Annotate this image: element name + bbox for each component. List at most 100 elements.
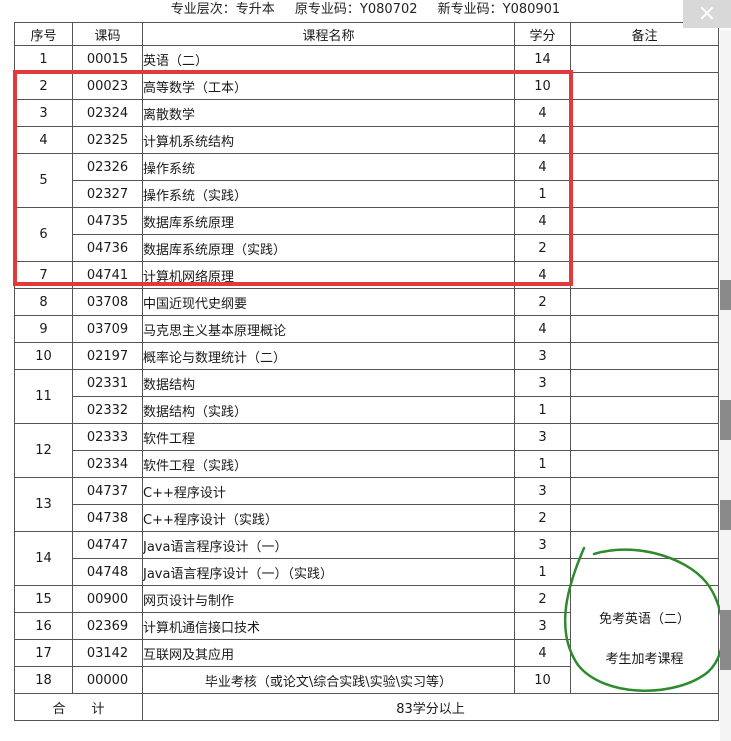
table-row: 6 04735 数据库系统原理 4 <box>14 207 719 262</box>
course-code: 03142 <box>72 639 143 667</box>
remark-cell <box>570 342 719 370</box>
remark-cell <box>570 558 719 586</box>
col-header-code: 课码 <box>72 22 143 46</box>
course-credit: 2 <box>514 504 571 532</box>
course-code: 04748 <box>72 558 143 586</box>
course-code: 03709 <box>72 315 143 343</box>
remark-cell <box>570 315 719 343</box>
table-header-row: 序号 课码 课程名称 学分 备注 <box>14 22 719 46</box>
remark-cell <box>570 126 719 154</box>
remark-cell <box>570 477 719 505</box>
col-header-no: 序号 <box>14 22 73 46</box>
course-code: 00000 <box>72 666 143 694</box>
row-no: 7 <box>14 261 73 289</box>
course-credit: 1 <box>514 558 571 586</box>
table-row: 9 03709 马克思主义基本原理概论 4 <box>14 315 719 343</box>
row-no: 2 <box>14 72 73 100</box>
total-row: 合 计 83学分以上 <box>14 693 719 721</box>
remark-cell <box>570 450 719 478</box>
course-code: 02332 <box>72 396 143 424</box>
course-code: 02369 <box>72 612 143 640</box>
course-credit: 3 <box>514 369 571 397</box>
course-code: 02327 <box>72 180 143 208</box>
remark-cell <box>570 153 719 181</box>
table-row: 10 02197 概率论与数理统计（二） 3 <box>14 342 719 370</box>
table-row: 5 02326 操作系统 4 <box>14 153 719 208</box>
table-row: 2 00023 高等数学（工本） 10 <box>14 72 719 100</box>
course-credit: 3 <box>514 531 571 559</box>
table-row: 04738 C++程序设计（实践） 2 <box>15 504 719 532</box>
course-name: 数据库系统原理（实践） <box>142 234 515 262</box>
course-name: 软件工程 <box>142 423 515 451</box>
row-no: 3 <box>14 99 73 127</box>
row-no: 14 <box>14 531 73 586</box>
course-name: 数据结构 <box>142 369 515 397</box>
table-row: 02327 操作系统（实践） 1 <box>15 180 719 208</box>
total-label: 合 计 <box>14 693 143 721</box>
course-code: 02333 <box>72 423 143 451</box>
old-major-code: 原专业码：Y080702 <box>294 2 418 17</box>
table-row: 13 04737 C++程序设计 3 <box>14 477 719 532</box>
col-header-name: 课程名称 <box>142 22 515 46</box>
course-credit: 4 <box>514 207 571 235</box>
course-credit: 1 <box>514 396 571 424</box>
background-page-strip <box>720 30 731 741</box>
course-code: 02326 <box>72 153 143 181</box>
course-name: 操作系统 <box>142 153 515 181</box>
table-row: 02334 软件工程（实践） 1 <box>15 450 719 478</box>
course-code: 04736 <box>72 234 143 262</box>
course-name: 概率论与数理统计（二） <box>142 342 515 370</box>
course-name: 软件工程（实践） <box>142 450 515 478</box>
row-no: 5 <box>14 153 73 208</box>
row-no: 6 <box>14 207 73 262</box>
row-no: 9 <box>14 315 73 343</box>
remark-cell <box>570 207 719 235</box>
course-name: 数据库系统原理 <box>142 207 515 235</box>
table-row: 7 04741 计算机网络原理 4 <box>14 261 719 289</box>
course-code: 02331 <box>72 369 143 397</box>
table-row: 15 00900 网页设计与制作 2 免考英语（二） 考生加考课程 <box>14 585 719 694</box>
course-name: 毕业考核（或论文\综合实践\实验\实习等） <box>142 666 515 694</box>
remark-cell <box>570 369 719 397</box>
strip-mark <box>720 500 731 530</box>
table-row: 11 02331 数据结构 3 <box>14 369 719 424</box>
close-button[interactable]: × <box>683 0 731 28</box>
row-no: 4 <box>14 126 73 154</box>
course-name: Java语言程序设计（一） <box>142 531 515 559</box>
course-code: 00023 <box>72 72 143 100</box>
remark-cell <box>570 234 719 262</box>
row-no: 16 <box>14 612 73 640</box>
course-code: 02325 <box>72 126 143 154</box>
strip-mark <box>720 280 731 310</box>
course-name: 高等数学（工本） <box>142 72 515 100</box>
course-credit: 4 <box>514 315 571 343</box>
major-info-header: 专业层次：专升本 原专业码：Y080702 新专业码：Y080901 <box>0 0 731 20</box>
course-name: 互联网及其应用 <box>142 639 515 667</box>
course-credit: 3 <box>514 342 571 370</box>
course-code: 04738 <box>72 504 143 532</box>
course-name: C++程序设计（实践） <box>142 504 515 532</box>
course-credit: 2 <box>514 288 571 316</box>
course-name: 网页设计与制作 <box>142 585 515 613</box>
table-row: 4 02325 计算机系统结构 4 <box>14 126 719 154</box>
course-credit: 14 <box>514 45 571 73</box>
course-credit: 2 <box>514 234 571 262</box>
remark-extra-exam: 考生加考课程 <box>605 651 684 667</box>
course-code: 04735 <box>72 207 143 235</box>
table-row: 1 00015 英语（二） 14 <box>14 45 719 73</box>
remark-cell <box>570 261 719 289</box>
remark-extra-courses: 免考英语（二） 考生加考课程 <box>570 585 719 694</box>
remark-cell <box>570 99 719 127</box>
total-value: 83学分以上 <box>142 693 719 721</box>
course-credit: 10 <box>514 72 571 100</box>
close-icon: × <box>697 1 717 26</box>
course-credit: 3 <box>514 477 571 505</box>
remark-cell <box>570 45 719 73</box>
table-row: 04748 Java语言程序设计（一）（实践） 1 <box>15 558 719 586</box>
col-header-credit: 学分 <box>514 22 571 46</box>
remark-cell <box>570 396 719 424</box>
remark-cell <box>570 423 719 451</box>
course-credit: 4 <box>514 153 571 181</box>
course-code: 02197 <box>72 342 143 370</box>
course-code: 02334 <box>72 450 143 478</box>
